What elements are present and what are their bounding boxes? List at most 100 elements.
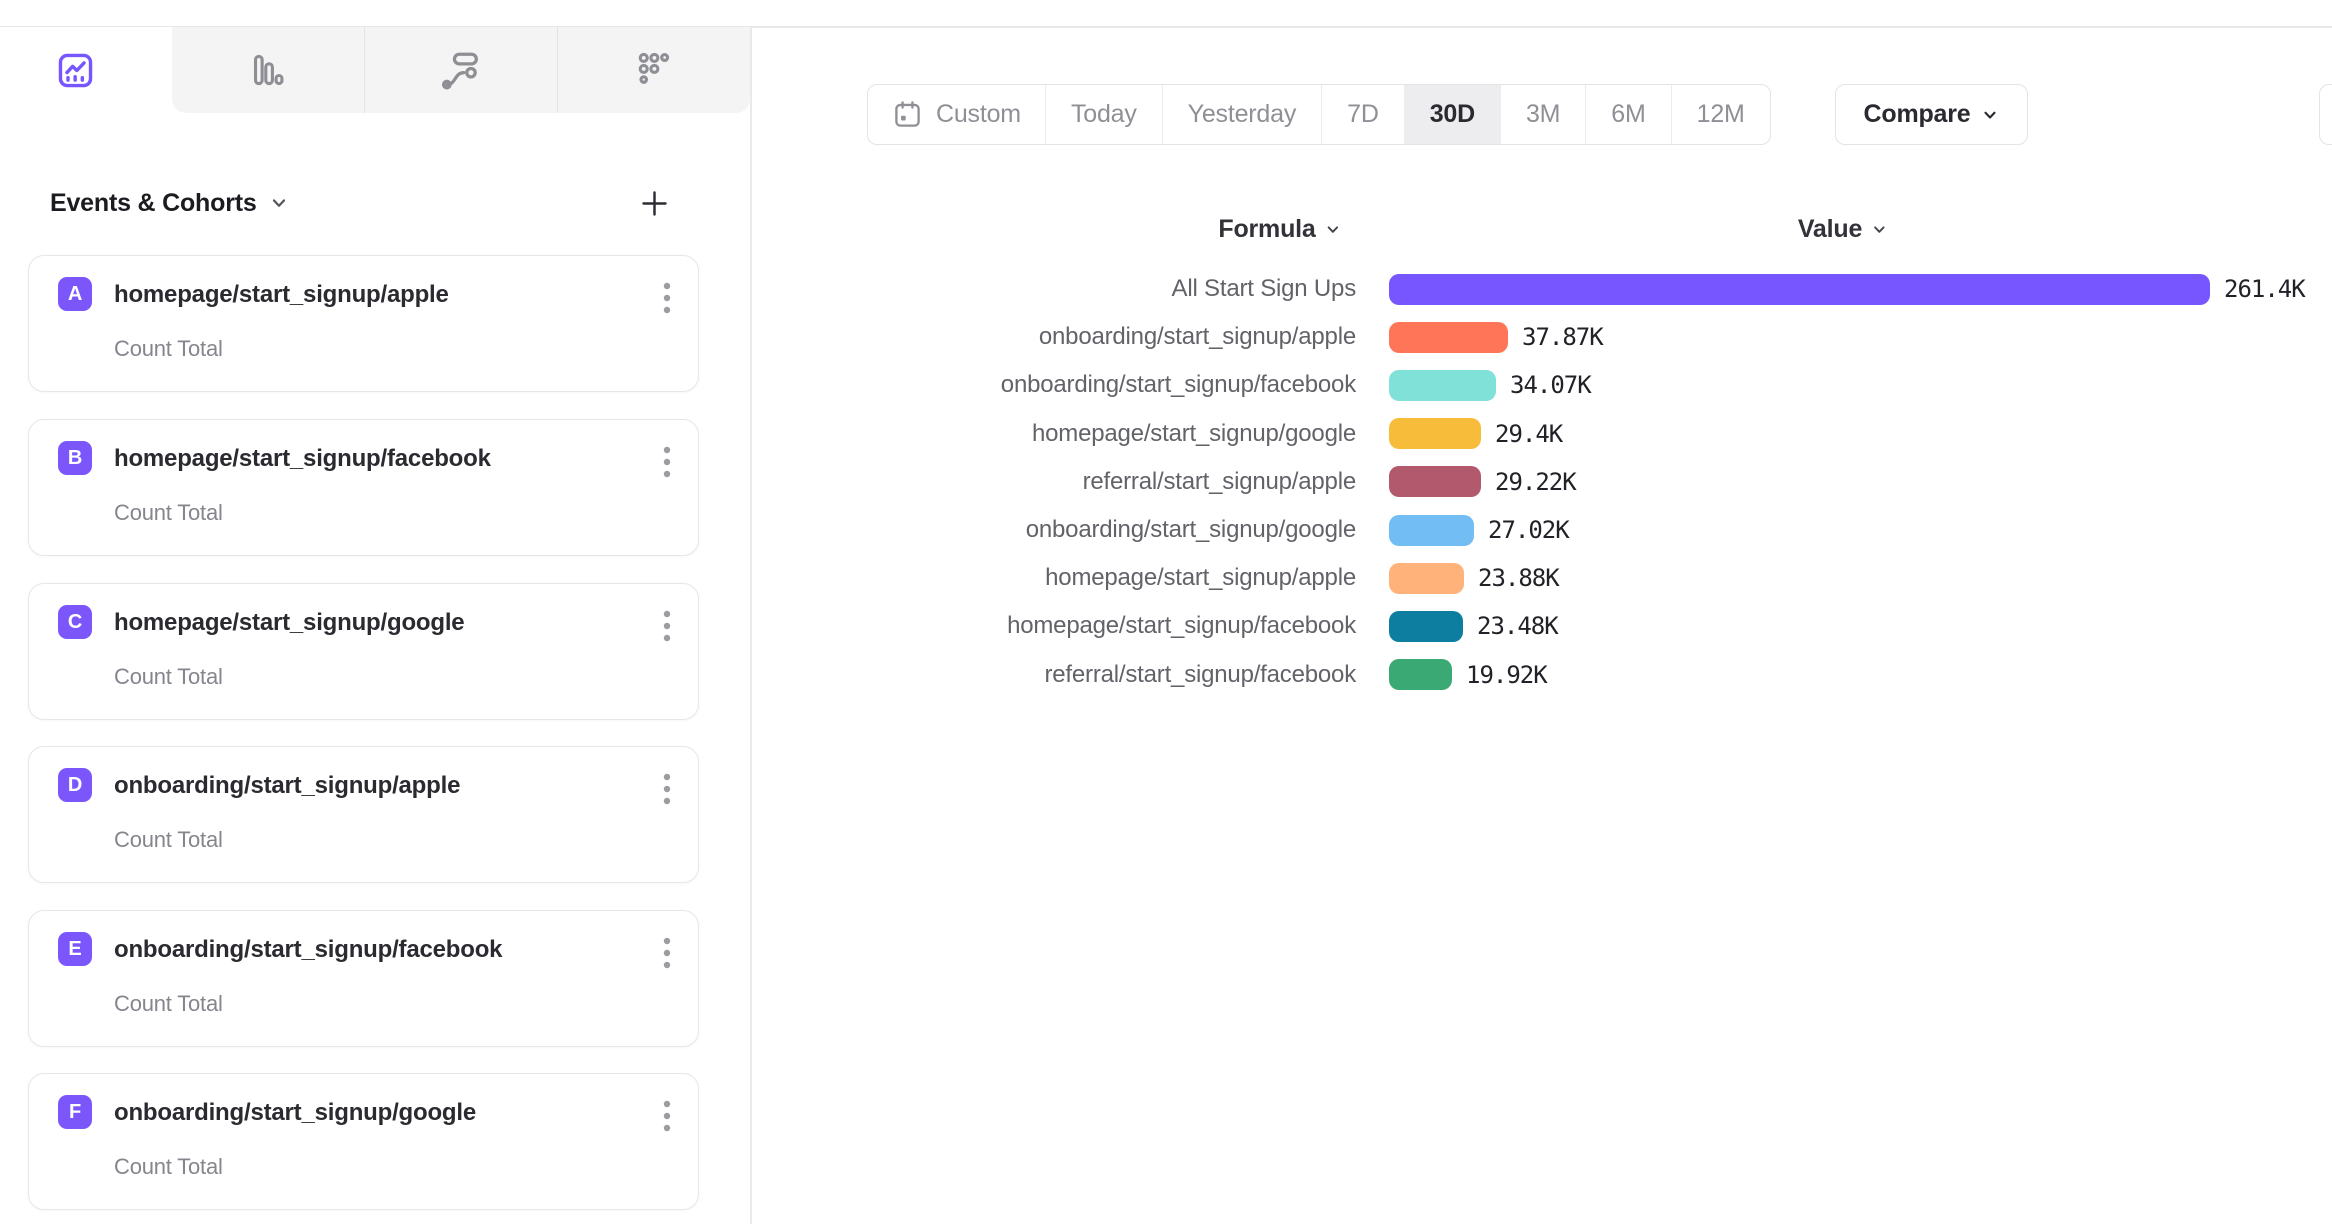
date-range-3m[interactable]: 3M [1500, 85, 1585, 144]
row-label: homepage/start_signup/facebook [896, 612, 1356, 640]
chart-header-row: Formula Value [896, 205, 2332, 265]
chevron-down-icon[interactable] [269, 193, 289, 213]
bar-value: 23.88K [1478, 564, 1559, 592]
row-label: referral/start_signup/apple [896, 468, 1356, 496]
value-header-dropdown[interactable]: Value [1798, 215, 1888, 244]
bar-onboarding-google[interactable] [1389, 515, 1474, 546]
chevron-down-icon [1325, 221, 1342, 238]
date-range-label: 3M [1526, 100, 1560, 129]
dots-funnel-icon [632, 48, 676, 92]
event-card-c[interactable]: C homepage/start_signup/google Count Tot… [28, 583, 699, 720]
cutoff-button[interactable] [2319, 84, 2332, 145]
date-range-label: 6M [1611, 100, 1645, 129]
event-metric[interactable]: Count Total [114, 991, 223, 1017]
date-range-custom[interactable]: Custom [868, 85, 1045, 144]
bar-homepage-google[interactable] [1389, 418, 1481, 449]
date-range-yesterday[interactable]: Yesterday [1162, 85, 1321, 144]
bar-chart-icon [246, 48, 290, 92]
event-metric[interactable]: Count Total [114, 664, 223, 690]
date-range-12m[interactable]: 12M [1671, 85, 1770, 144]
chart-row: homepage/start_signup/apple 23.88K [896, 554, 2332, 602]
sidebar-title: Events & Cohorts [50, 189, 257, 218]
series-badge: B [58, 441, 92, 475]
bar-referral-facebook[interactable] [1389, 659, 1452, 690]
calendar-icon [892, 99, 923, 130]
bar-homepage-facebook[interactable] [1389, 611, 1463, 642]
bar-value: 34.07K [1510, 371, 1591, 399]
chart-row: referral/start_signup/facebook 19.92K [896, 651, 2332, 699]
series-badge: D [58, 768, 92, 802]
chevron-down-icon [1981, 106, 1999, 124]
bar-value: 29.4K [1495, 420, 1562, 448]
row-label: onboarding/start_signup/facebook [896, 371, 1356, 399]
date-range-6m[interactable]: 6M [1585, 85, 1670, 144]
add-event-button[interactable] [639, 188, 670, 219]
chart-type-tabstrip [172, 27, 750, 113]
chart-row: homepage/start_signup/google 29.4K [896, 410, 2332, 458]
date-range-7d[interactable]: 7D [1321, 85, 1404, 144]
sidebar-divider [750, 27, 752, 1224]
event-name: onboarding/start_signup/apple [114, 772, 460, 800]
event-card-b[interactable]: B homepage/start_signup/facebook Count T… [28, 419, 699, 556]
event-card-d[interactable]: D onboarding/start_signup/apple Count To… [28, 746, 699, 883]
kebab-menu-icon[interactable] [656, 766, 678, 812]
kebab-menu-icon[interactable] [656, 439, 678, 485]
event-name: homepage/start_signup/google [114, 609, 464, 637]
event-card-a[interactable]: A homepage/start_signup/apple Count Tota… [28, 255, 699, 392]
compare-button[interactable]: Compare [1835, 84, 2028, 145]
chevron-down-icon [1871, 221, 1888, 238]
date-range-label: 7D [1347, 100, 1379, 129]
chart-row: All Start Sign Ups 261.4K [896, 265, 2332, 313]
event-metric[interactable]: Count Total [114, 827, 223, 853]
bar-homepage-apple[interactable] [1389, 563, 1464, 594]
date-range-label: Custom [936, 100, 1021, 129]
date-range-label: Yesterday [1188, 100, 1296, 129]
event-name: onboarding/start_signup/google [114, 1099, 476, 1127]
line-chart-icon [55, 50, 96, 91]
series-badge: E [58, 932, 92, 966]
tab-retention[interactable] [557, 27, 750, 113]
row-label: referral/start_signup/facebook [896, 661, 1356, 689]
sidebar-header: Events & Cohorts [50, 186, 670, 220]
chart-row: onboarding/start_signup/apple 37.87K [896, 313, 2332, 361]
row-label: All Start Sign Ups [896, 275, 1356, 303]
date-range-30d-selected[interactable]: 30D [1404, 85, 1500, 144]
event-card-e[interactable]: E onboarding/start_signup/facebook Count… [28, 910, 699, 1047]
chart-row: onboarding/start_signup/facebook 34.07K [896, 361, 2332, 409]
kebab-menu-icon[interactable] [656, 1093, 678, 1139]
bar-onboarding-facebook[interactable] [1389, 370, 1496, 401]
kebab-menu-icon[interactable] [656, 930, 678, 976]
date-range-label: 30D [1430, 100, 1475, 129]
value-header-label: Value [1798, 215, 1862, 244]
date-range-picker: Custom Today Yesterday 7D 30D 3M 6M 12M [867, 84, 1771, 145]
flows-icon [438, 47, 484, 93]
event-metric[interactable]: Count Total [114, 500, 223, 526]
formula-header-label: Formula [1218, 215, 1315, 244]
bar-all-start-sign-ups[interactable] [1389, 274, 2210, 305]
date-range-today[interactable]: Today [1045, 85, 1162, 144]
tab-flows[interactable] [364, 27, 557, 113]
tab-insights-line[interactable] [0, 27, 172, 113]
row-label: homepage/start_signup/google [896, 420, 1356, 448]
bar-onboarding-apple[interactable] [1389, 322, 1508, 353]
row-label: onboarding/start_signup/google [896, 516, 1356, 544]
event-name: homepage/start_signup/apple [114, 281, 449, 309]
formula-header-dropdown[interactable]: Formula [1218, 215, 1341, 244]
chart-row: referral/start_signup/apple 29.22K [896, 458, 2332, 506]
date-range-label: 12M [1697, 100, 1745, 129]
bar-referral-apple[interactable] [1389, 466, 1481, 497]
event-metric[interactable]: Count Total [114, 1154, 223, 1180]
kebab-menu-icon[interactable] [656, 275, 678, 321]
event-card-f[interactable]: F onboarding/start_signup/google Count T… [28, 1073, 699, 1210]
bar-value: 19.92K [1466, 661, 1547, 689]
kebab-menu-icon[interactable] [656, 603, 678, 649]
bar-value: 37.87K [1522, 323, 1603, 351]
bar-chart: Formula Value All Start Sign Ups 261.4K … [896, 205, 2332, 699]
row-label: homepage/start_signup/apple [896, 564, 1356, 592]
insights-report-page: { "tabs": { "items": [ { "icon": "line-c… [0, 0, 2332, 1224]
tab-bar-chart[interactable] [172, 27, 364, 113]
bar-value: 261.4K [2224, 275, 2305, 303]
series-badge: F [58, 1095, 92, 1129]
bar-value: 23.48K [1477, 612, 1558, 640]
event-metric[interactable]: Count Total [114, 336, 223, 362]
